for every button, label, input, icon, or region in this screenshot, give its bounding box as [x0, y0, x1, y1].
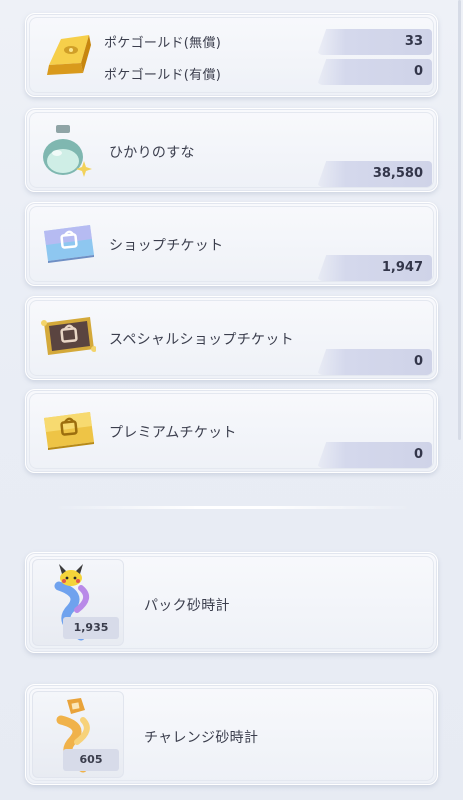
shop-ticket-card[interactable]: ショップチケット 1,947 [25, 202, 438, 286]
stardust-card[interactable]: ひかりのすな 38,580 [25, 108, 438, 192]
premium-ticket-label: プレミアムチケット [109, 425, 237, 441]
premium-ticket-card[interactable]: プレミアムチケット 0 [25, 389, 438, 473]
challenge-hourglass-card[interactable]: 605 チャレンジ砂時計 [25, 684, 438, 785]
pack-hourglass-thumbnail: 1,935 [32, 559, 124, 646]
shop-ticket-label: ショップチケット [109, 238, 224, 254]
pokegold-paid-value: 0 [413, 64, 423, 79]
stardust-bottle-icon [38, 123, 96, 183]
challenge-hourglass-count: 605 [63, 749, 119, 771]
pack-hourglass-card[interactable]: 1,935 パック砂時計 [25, 552, 438, 653]
challenge-hourglass-label: チャレンジ砂時計 [144, 730, 259, 746]
stardust-value: 38,580 [372, 166, 423, 181]
challenge-hourglass-thumbnail: 605 [32, 691, 124, 778]
stardust-label: ひかりのすな [109, 145, 195, 161]
pokegold-card[interactable]: ポケゴールド(無償) ポケゴールド(有償) 33 0 [25, 13, 438, 97]
special-shop-ticket-icon [40, 313, 97, 363]
special-shop-ticket-value: 0 [413, 354, 423, 369]
shop-ticket-icon [40, 221, 96, 269]
section-divider [55, 506, 410, 509]
pokegold-paid-label: ポケゴールド(有償) [104, 68, 222, 83]
shop-ticket-value: 1,947 [381, 260, 423, 275]
pack-hourglass-label: パック砂時計 [144, 598, 230, 614]
premium-ticket-value: 0 [413, 447, 423, 462]
special-shop-ticket-label: スペシャルショップチケット [109, 332, 294, 348]
gold-bar-icon [43, 29, 93, 83]
pokegold-free-value: 33 [404, 34, 423, 49]
pack-hourglass-count: 1,935 [63, 617, 119, 639]
scrollbar[interactable] [458, 0, 461, 440]
special-shop-ticket-card[interactable]: スペシャルショップチケット 0 [25, 296, 438, 380]
premium-ticket-icon [40, 408, 96, 456]
pokegold-free-label: ポケゴールド(無償) [104, 36, 222, 51]
